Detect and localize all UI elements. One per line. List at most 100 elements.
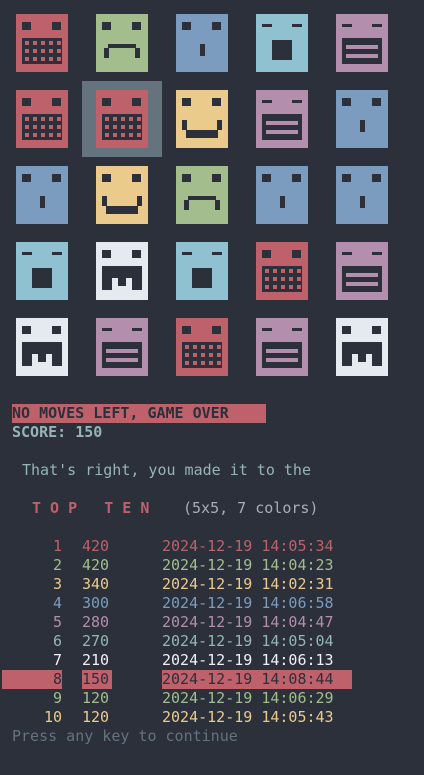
highscore-score: 150 (82, 670, 110, 688)
tile-blue-small-face-icon[interactable] (336, 90, 388, 148)
tile-green-frown-face-icon[interactable] (176, 166, 228, 224)
tile-yellow-smile-face-icon[interactable] (176, 90, 228, 148)
eyebrow (22, 252, 32, 255)
eye (212, 326, 221, 334)
tooth (41, 117, 45, 121)
eyebrow (212, 252, 222, 255)
tooth (265, 285, 269, 289)
highscore-date: 2024-12-19 14:06:29 (162, 689, 334, 707)
tooth (41, 49, 45, 53)
tile-white-fangs-face-icon[interactable] (16, 318, 68, 376)
score-display: SCORE: 150 (12, 423, 102, 442)
tooth (137, 117, 141, 121)
eye (182, 174, 191, 182)
eye (52, 22, 61, 30)
mouth (188, 196, 216, 200)
tooth (209, 361, 213, 365)
mouth (32, 268, 52, 288)
tooth (49, 125, 53, 129)
tile-purple-bars-face-icon[interactable] (336, 242, 388, 300)
tooth (113, 125, 117, 129)
tile-red-grid-face-icon[interactable] (96, 90, 148, 148)
tooth (57, 133, 61, 137)
tile-yellow-smile-face-icon[interactable] (96, 166, 148, 224)
tooth (33, 133, 37, 137)
mouth-bar (266, 121, 298, 125)
eye (22, 174, 31, 182)
mouth (38, 354, 46, 362)
mouth-bar (346, 54, 378, 58)
tile-cyan-box-face-icon[interactable] (16, 242, 68, 300)
tooth (297, 285, 301, 289)
highscore-rank: 5 (52, 613, 62, 631)
tile-white-fangs-face-icon[interactable] (336, 318, 388, 376)
eye (182, 98, 191, 106)
tile-green-frown-face-icon[interactable] (96, 14, 148, 72)
eye (292, 174, 301, 182)
tooth (297, 269, 301, 273)
eyebrow (342, 252, 352, 255)
mouth (137, 196, 142, 206)
mouth (358, 354, 366, 362)
tile-purple-bars-face-icon[interactable] (96, 318, 148, 376)
tooth (105, 125, 109, 129)
mouth-bar (106, 358, 138, 362)
tooth (281, 285, 285, 289)
tooth (33, 41, 37, 45)
tile-white-fangs-face-icon[interactable] (96, 242, 148, 300)
highscore-score: 340 (82, 575, 110, 593)
tooth (25, 49, 29, 53)
tile-cyan-box-face-icon[interactable] (256, 14, 308, 72)
mouth (132, 278, 142, 290)
tooth (49, 117, 53, 121)
continue-prompt[interactable]: Press any key to continue (12, 727, 238, 746)
tile-cyan-box-face-icon[interactable] (176, 242, 228, 300)
highscore-score: 270 (82, 632, 110, 650)
mouth (342, 342, 382, 354)
tile-blue-small-face-icon[interactable] (16, 166, 68, 224)
tile-blue-small-face-icon[interactable] (176, 14, 228, 72)
highscore-score: 120 (82, 689, 110, 707)
tooth (265, 269, 269, 273)
tooth (129, 117, 133, 121)
tooth (33, 57, 37, 61)
tooth (209, 345, 213, 349)
tile-red-grid-face-icon[interactable] (176, 318, 228, 376)
tooth (49, 49, 53, 53)
highscore-row: 10 120 2024-12-19 14:05:43 (0, 708, 424, 727)
tooth (129, 125, 133, 129)
tooth (41, 57, 45, 61)
tile-red-grid-face-icon[interactable] (16, 90, 68, 148)
tile-purple-bars-face-icon[interactable] (336, 14, 388, 72)
mouth (360, 120, 365, 132)
tooth (121, 125, 125, 129)
tooth (49, 133, 53, 137)
eye (182, 22, 191, 30)
tooth (201, 361, 205, 365)
tooth (137, 133, 141, 137)
eyebrow (262, 24, 272, 27)
tile-red-grid-face-icon[interactable] (16, 14, 68, 72)
tile-blue-small-face-icon[interactable] (256, 166, 308, 224)
mouth (102, 114, 142, 140)
highscore-rank: 10 (44, 708, 63, 726)
eye (342, 174, 351, 182)
highscore-row: 8 150 2024-12-19 14:08:44 (0, 670, 424, 689)
tile-purple-bars-face-icon[interactable] (256, 90, 308, 148)
mouth-bar (346, 45, 378, 49)
highscore-date: 2024-12-19 14:04:47 (162, 613, 334, 631)
mouth (262, 266, 302, 292)
eye (132, 174, 141, 182)
highscore-row: 1 420 2024-12-19 14:05:34 (0, 537, 424, 556)
eye (212, 174, 221, 182)
highscore-score: 280 (82, 613, 110, 631)
tile-red-grid-face-icon[interactable] (256, 242, 308, 300)
tile-blue-small-face-icon[interactable] (336, 166, 388, 224)
highscore-row: 9 120 2024-12-19 14:06:29 (0, 689, 424, 708)
congrats-message: That's right, you made it to the (22, 461, 311, 479)
tile-purple-bars-face-icon[interactable] (256, 318, 308, 376)
highscore-date: 2024-12-19 14:05:04 (162, 632, 334, 650)
mouth (262, 342, 302, 368)
mouth (52, 354, 62, 366)
mouth (200, 44, 205, 56)
